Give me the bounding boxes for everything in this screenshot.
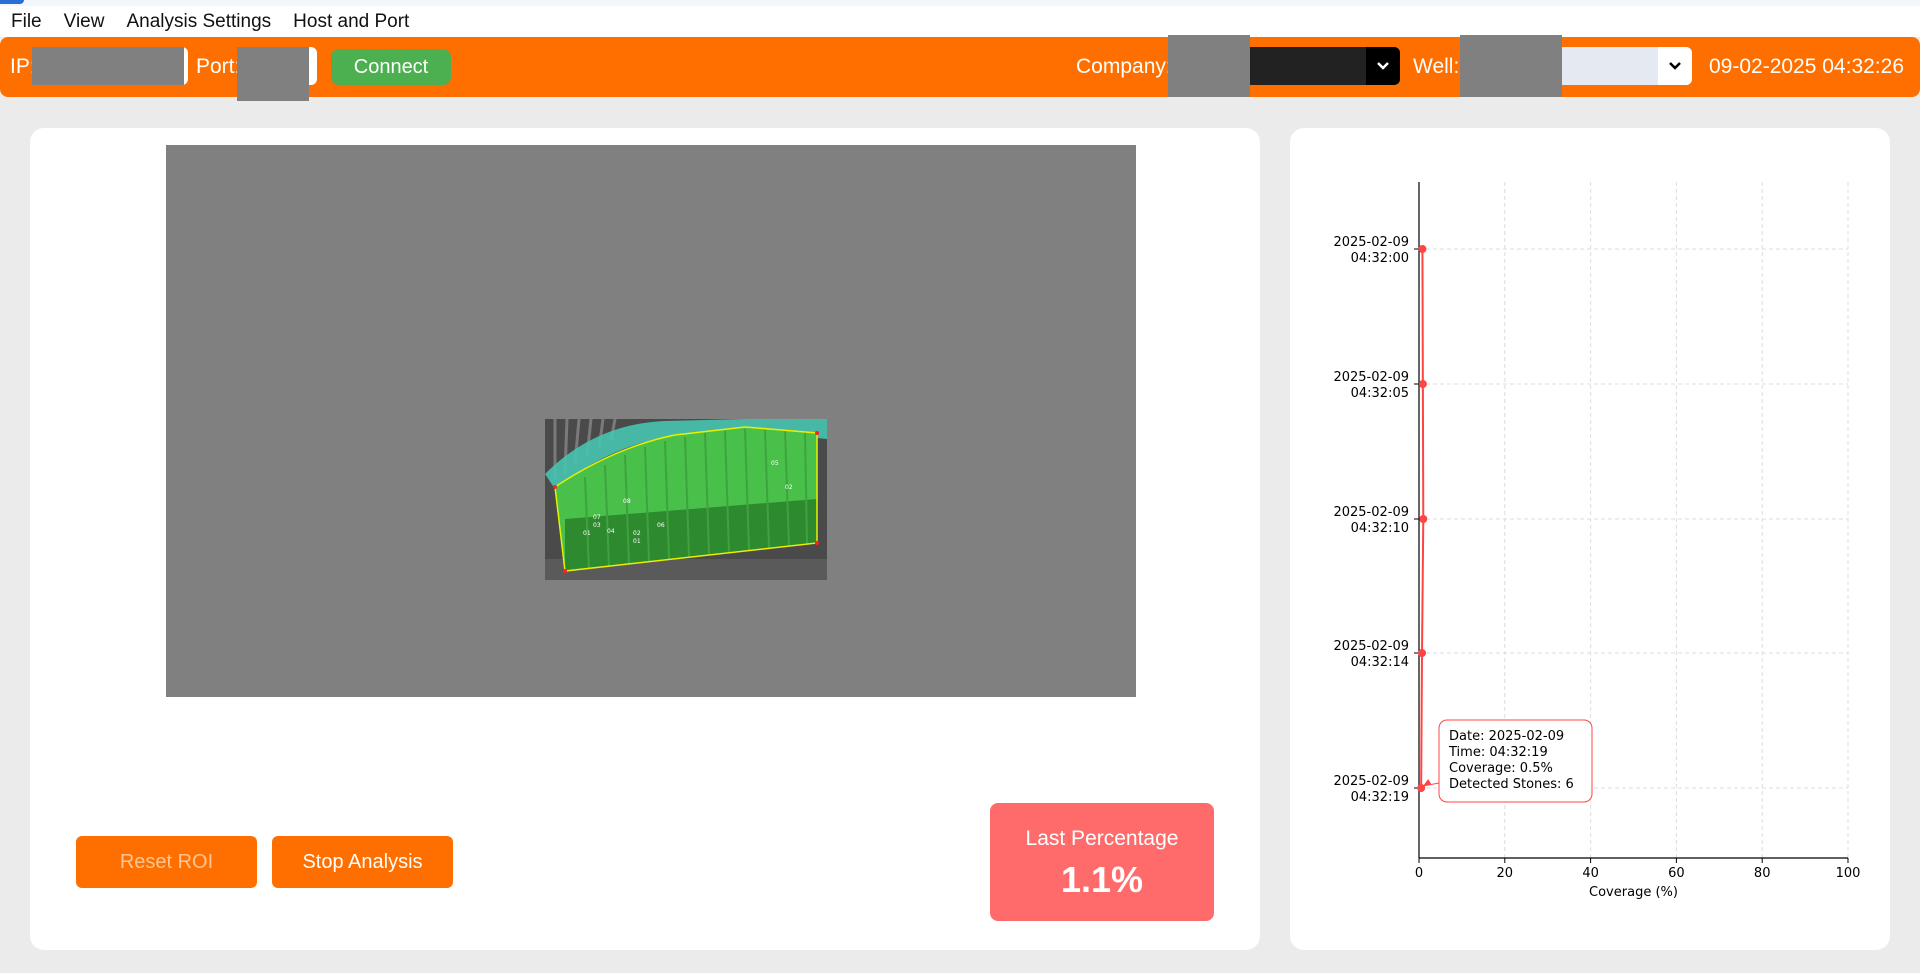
well-label: Well:	[1413, 55, 1460, 78]
analysis-panel: 07 03 01 04 02 01 06 08 05 02 Reset ROI Stop A…	[30, 128, 1260, 950]
port-label: Port:	[196, 55, 241, 78]
connection-toolbar: IP: Port: Connect Company: Well: 09-02-2…	[0, 35, 1920, 101]
ip-redaction	[32, 47, 184, 85]
camera-frame: 07 03 01 04 02 01 06 08 05 02	[545, 419, 827, 580]
svg-text:05: 05	[771, 460, 779, 467]
x-tick-label: 80	[1754, 866, 1771, 881]
x-tick-label: 0	[1415, 866, 1423, 881]
reset-roi-button[interactable]: Reset ROI	[76, 836, 257, 888]
data-point	[1419, 515, 1428, 523]
well-select[interactable]	[1558, 47, 1692, 85]
last-percentage-card: Last Percentage 1.1%	[990, 803, 1214, 921]
svg-text:01: 01	[633, 538, 641, 545]
svg-text:07: 07	[593, 514, 601, 521]
company-label: Company:	[1076, 55, 1172, 78]
svg-text:04: 04	[607, 528, 615, 535]
data-point	[1418, 245, 1427, 253]
tooltip-line: Detected Stones: 6	[1449, 777, 1574, 792]
svg-text:03: 03	[593, 522, 601, 529]
x-tick-label: 40	[1582, 866, 1599, 881]
svg-text:02: 02	[785, 484, 793, 491]
company-redaction	[1168, 35, 1250, 97]
last-percentage-title: Last Percentage	[1025, 827, 1179, 850]
x-tick-label: 100	[1836, 866, 1861, 881]
menu-file[interactable]: File	[11, 11, 42, 33]
menu-analysis-settings[interactable]: Analysis Settings	[126, 11, 271, 33]
chevron-down-icon[interactable]	[1366, 47, 1400, 85]
y-tick-label-time: 04:32:05	[1351, 386, 1409, 401]
data-point	[1418, 380, 1427, 388]
company-select[interactable]	[1240, 47, 1400, 85]
menu-bar: File View Analysis Settings Host and Por…	[0, 6, 1920, 37]
svg-text:02: 02	[633, 530, 641, 537]
chevron-down-icon[interactable]	[1658, 47, 1692, 85]
connect-button[interactable]: Connect	[331, 49, 451, 85]
y-tick-label-time: 04:32:00	[1351, 251, 1409, 266]
y-tick-label-time: 04:32:14	[1351, 655, 1409, 670]
well-redaction	[1460, 35, 1562, 97]
svg-text:06: 06	[657, 522, 665, 529]
current-datetime: 09-02-2025 04:32:26	[1709, 55, 1904, 78]
y-tick-label-time: 04:32:10	[1351, 521, 1409, 536]
x-tick-label: 60	[1668, 866, 1685, 881]
menu-view[interactable]: View	[64, 11, 105, 33]
y-tick-label-date: 2025-02-09	[1333, 774, 1409, 789]
app-icon	[0, 0, 24, 4]
y-tick-label-date: 2025-02-09	[1333, 639, 1409, 654]
y-tick-label-date: 2025-02-09	[1333, 505, 1409, 520]
data-point	[1418, 649, 1427, 657]
svg-text:01: 01	[583, 530, 591, 537]
coverage-chart-panel: 0 20 40 60 80 100 Coverage (%) 2025-02-09 04:32:…	[1290, 128, 1890, 950]
svg-text:08: 08	[623, 498, 631, 505]
roi-overlay-image: 070301 04 0201 060805 02	[545, 419, 827, 580]
stop-analysis-button[interactable]: Stop Analysis	[272, 836, 453, 888]
tooltip-line: Date: 2025-02-09	[1449, 729, 1564, 744]
y-tick-label-date: 2025-02-09	[1333, 235, 1409, 250]
x-axis-label: Coverage (%)	[1589, 885, 1678, 900]
x-tick-label: 20	[1497, 866, 1514, 881]
y-tick-label-time: 04:32:19	[1351, 790, 1409, 805]
tooltip-line: Time: 04:32:19	[1448, 745, 1548, 760]
y-tick-label-date: 2025-02-09	[1333, 370, 1409, 385]
menu-host-and-port[interactable]: Host and Port	[293, 11, 409, 33]
coverage-chart: 0 20 40 60 80 100Coverage (%)2025-02-0904:32:…	[1333, 182, 1861, 900]
port-redaction	[237, 47, 309, 101]
last-percentage-value: 1.1%	[1060, 859, 1144, 900]
tooltip-line: Coverage: 0.5%	[1449, 761, 1553, 776]
video-feed[interactable]: 07 03 01 04 02 01 06 08 05 02	[166, 145, 1136, 697]
